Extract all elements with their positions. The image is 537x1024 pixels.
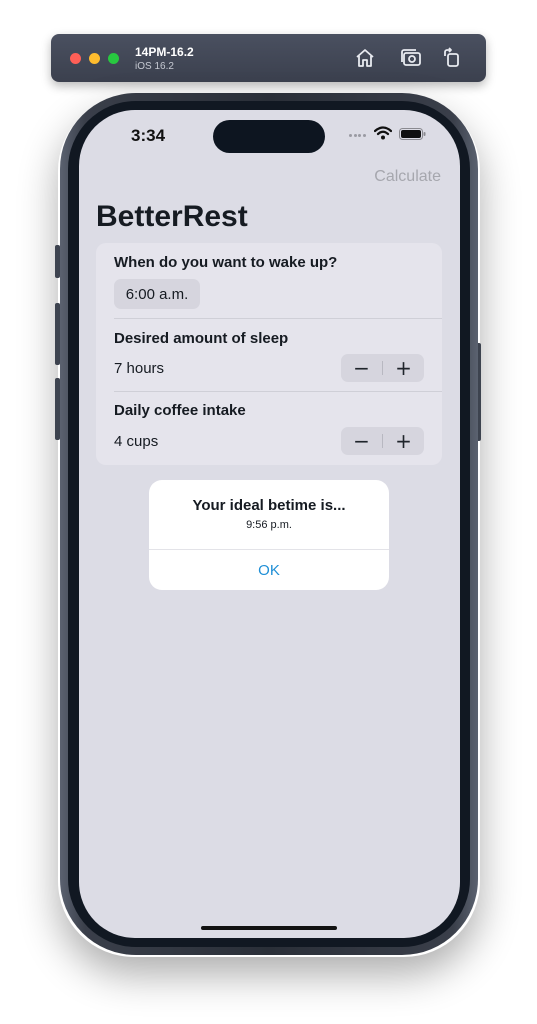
home-indicator[interactable] bbox=[201, 926, 337, 930]
wake-up-section: When do you want to wake up? 6:00 a.m. bbox=[96, 243, 442, 319]
coffee-intake-stepper: − + bbox=[341, 427, 424, 455]
coffee-intake-section: Daily coffee intake 4 cups − + bbox=[96, 392, 442, 465]
screenshot-icon[interactable] bbox=[399, 46, 423, 70]
calculate-button[interactable]: Calculate bbox=[374, 168, 441, 186]
alert-message: 9:56 p.m. bbox=[246, 519, 292, 531]
rotate-icon[interactable] bbox=[440, 46, 464, 70]
simulator-os-version: iOS 16.2 bbox=[135, 61, 174, 72]
home-icon[interactable] bbox=[353, 46, 377, 70]
sleep-amount-heading: Desired amount of sleep bbox=[114, 330, 289, 347]
wake-up-time-picker[interactable]: 6:00 a.m. bbox=[114, 279, 200, 309]
close-window-button[interactable] bbox=[70, 53, 81, 64]
device-screen: 3:34 Calculate BetterRest When do you wa… bbox=[79, 110, 460, 938]
zoom-window-button[interactable] bbox=[108, 53, 119, 64]
sleep-decrement-button[interactable]: − bbox=[341, 354, 382, 382]
sleep-amount-stepper: − + bbox=[341, 354, 424, 382]
settings-form: When do you want to wake up? 6:00 a.m. D… bbox=[96, 243, 442, 465]
cellular-signal-icon bbox=[349, 134, 369, 138]
simulator-toolbar: 14PM-16.2 iOS 16.2 bbox=[51, 34, 486, 82]
alert-ok-button[interactable]: OK bbox=[149, 550, 389, 590]
page-title: BetterRest bbox=[96, 200, 248, 233]
minimize-window-button[interactable] bbox=[89, 53, 100, 64]
coffee-intake-heading: Daily coffee intake bbox=[114, 402, 246, 419]
sleep-amount-value: 7 hours bbox=[114, 360, 165, 377]
sleep-increment-button[interactable]: + bbox=[383, 354, 424, 382]
alert-title: Your ideal betime is... bbox=[192, 497, 346, 514]
battery-icon bbox=[399, 128, 426, 140]
coffee-increment-button[interactable]: + bbox=[383, 427, 424, 455]
simulator-device-name: 14PM-16.2 bbox=[135, 45, 194, 59]
coffee-decrement-button[interactable]: − bbox=[341, 427, 382, 455]
coffee-intake-value: 4 cups bbox=[114, 433, 159, 450]
wake-up-heading: When do you want to wake up? bbox=[114, 254, 338, 271]
dynamic-island bbox=[213, 120, 325, 153]
sleep-amount-section: Desired amount of sleep 7 hours − + bbox=[96, 319, 442, 392]
status-bar-time: 3:34 bbox=[131, 126, 166, 145]
wifi-icon bbox=[374, 126, 392, 140]
simulator-window: 14PM-16.2 iOS 16.2 3:34 Calculate Better… bbox=[0, 0, 537, 1024]
bedtime-alert: Your ideal betime is... 9:56 p.m. OK bbox=[149, 480, 389, 590]
